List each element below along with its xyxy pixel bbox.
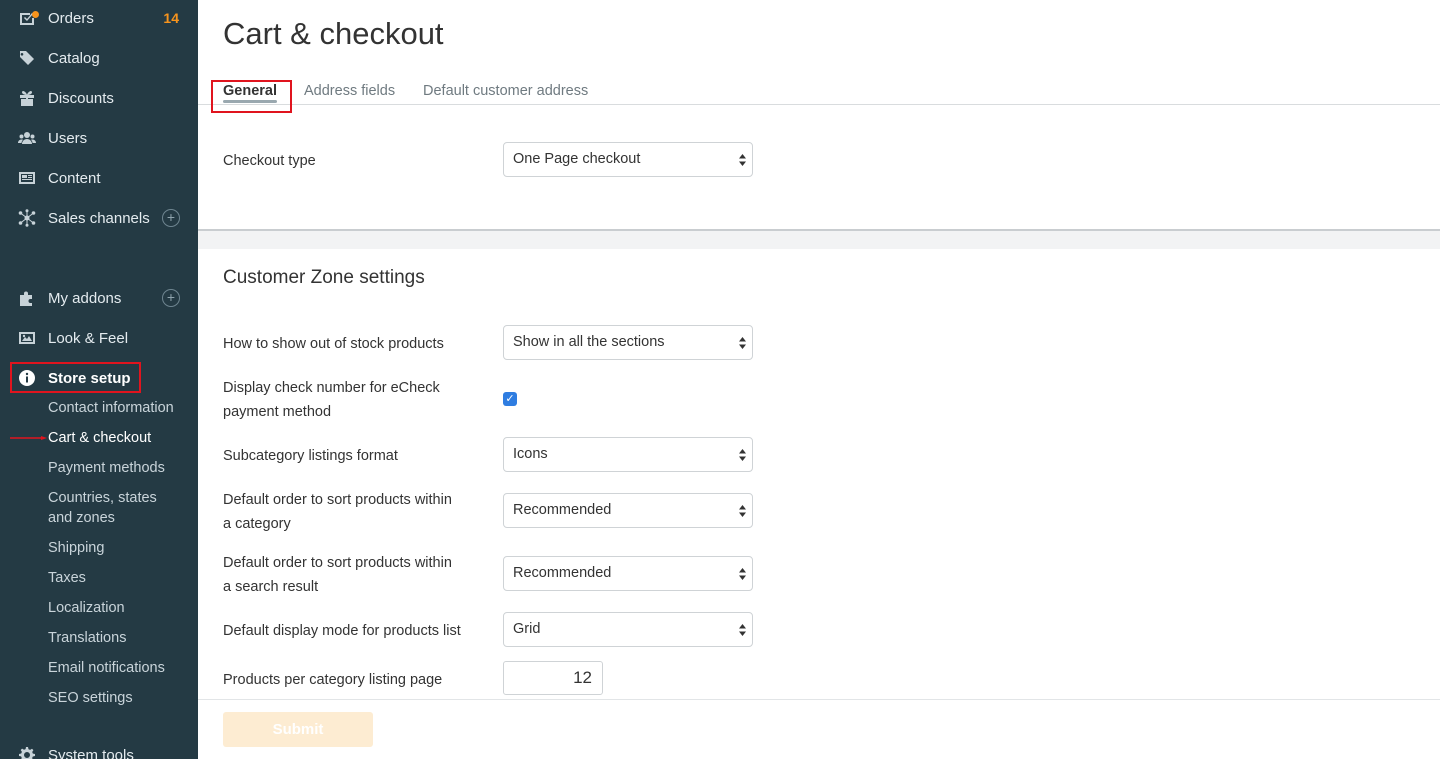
select-arrows-icon <box>739 568 746 580</box>
out-of-stock-value: Show in all the sections <box>513 334 665 350</box>
echeck-label-line-1: Display check number for eCheck <box>223 380 440 396</box>
main-content: Cart & checkout General Address fields D… <box>198 0 1440 759</box>
select-arrows-icon <box>739 505 746 517</box>
content-icon <box>18 169 36 187</box>
sort-category-select[interactable]: Recommended <box>503 493 753 528</box>
sidebar-subitem-translations[interactable]: Translations <box>48 628 126 648</box>
puzzle-icon <box>18 289 36 307</box>
sidebar-subitem-localization[interactable]: Localization <box>48 598 125 618</box>
sidebar-subitem-shipping[interactable]: Shipping <box>48 538 104 558</box>
sidebar-item-label: Sales channels <box>48 209 150 227</box>
store-setup-highlight <box>10 362 141 393</box>
submit-button[interactable]: Submit <box>223 712 373 747</box>
tab-default-customer-address[interactable]: Default customer address <box>423 83 588 99</box>
sidebar-subitem-taxes[interactable]: Taxes <box>48 568 86 588</box>
page-title: Cart & checkout <box>223 16 444 51</box>
sidebar-item-my-addons[interactable]: My addons + <box>0 283 198 313</box>
sort-search-label-line-2: a search result <box>223 579 319 595</box>
subcategory-format-label: Subcategory listings format <box>223 448 398 464</box>
sidebar-item-label: Users <box>48 129 88 147</box>
sidebar-item-label: My addons <box>48 289 122 307</box>
select-arrows-icon <box>739 449 746 461</box>
add-sales-channel-button[interactable]: + <box>162 209 180 227</box>
sort-search-label-line-1: Default order to sort products within <box>223 555 452 571</box>
sort-search-value: Recommended <box>513 565 612 581</box>
checkout-type-value: One Page checkout <box>513 151 641 167</box>
sidebar-subitem-countries-states[interactable]: Countries, states <box>48 488 157 508</box>
sidebar-item-catalog[interactable]: Catalog <box>0 43 198 73</box>
general-tab-highlight <box>211 80 292 113</box>
display-mode-label: Default display mode for products list <box>223 623 461 639</box>
image-icon <box>18 329 36 347</box>
gift-icon <box>18 89 36 107</box>
add-addon-button[interactable]: + <box>162 289 180 307</box>
sort-category-value: Recommended <box>513 502 612 518</box>
sidebar: Orders 14 Catalog Discounts Users Conten… <box>0 0 198 759</box>
sidebar-subitem-payment-methods[interactable]: Payment methods <box>48 458 165 478</box>
users-icon <box>18 129 36 147</box>
sort-search-select[interactable]: Recommended <box>503 556 753 591</box>
sidebar-subitem-and-zones[interactable]: and zones <box>48 508 115 528</box>
sidebar-item-orders[interactable]: Orders 14 <box>0 3 198 33</box>
sidebar-subitem-seo-settings[interactable]: SEO settings <box>48 688 133 708</box>
display-mode-select[interactable]: Grid <box>503 612 753 647</box>
per-page-input[interactable]: 12 <box>503 661 603 695</box>
network-icon <box>18 209 36 227</box>
sidebar-item-sales-channels[interactable]: Sales channels + <box>0 203 198 233</box>
notification-dot <box>32 11 39 18</box>
sidebar-item-label: Orders <box>48 9 94 27</box>
sidebar-item-label: Content <box>48 169 101 187</box>
sidebar-subitem-email-notifications[interactable]: Email notifications <box>48 658 165 678</box>
sidebar-item-system-tools[interactable]: System tools <box>0 740 198 759</box>
display-mode-value: Grid <box>513 621 541 637</box>
checkout-type-label: Checkout type <box>223 153 316 169</box>
subcategory-format-select[interactable]: Icons <box>503 437 753 472</box>
echeck-label-line-2: payment method <box>223 404 332 420</box>
sidebar-item-discounts[interactable]: Discounts <box>0 83 198 113</box>
select-arrows-icon <box>739 337 746 349</box>
out-of-stock-label: How to show out of stock products <box>223 336 444 352</box>
gear-icon <box>18 746 36 759</box>
tab-address-fields[interactable]: Address fields <box>304 83 395 99</box>
section-divider <box>198 229 1440 249</box>
customer-zone-title: Customer Zone settings <box>223 267 425 288</box>
checkout-type-select[interactable]: One Page checkout <box>503 142 753 177</box>
select-arrows-icon <box>739 154 746 166</box>
orders-count-badge: 14 <box>163 10 179 26</box>
select-arrows-icon <box>739 624 746 636</box>
sidebar-item-look-and-feel[interactable]: Look & Feel <box>0 323 198 353</box>
sidebar-subitem-contact-information[interactable]: Contact information <box>48 398 174 418</box>
sidebar-item-label: Discounts <box>48 89 114 107</box>
sidebar-item-label: Look & Feel <box>48 329 129 347</box>
tab-bar: General Address fields Default customer … <box>198 78 1440 105</box>
sidebar-item-label: System tools <box>48 746 134 759</box>
sort-category-label-line-1: Default order to sort products within <box>223 492 452 508</box>
sidebar-item-users[interactable]: Users <box>0 123 198 153</box>
echeck-checkbox[interactable]: ✓ <box>503 392 517 406</box>
arrow-right-icon <box>10 436 47 440</box>
out-of-stock-select[interactable]: Show in all the sections <box>503 325 753 360</box>
sidebar-item-content[interactable]: Content <box>0 163 198 193</box>
sidebar-subitem-cart-checkout[interactable]: Cart & checkout <box>48 428 151 448</box>
sidebar-item-label: Catalog <box>48 49 100 67</box>
subcategory-format-value: Icons <box>513 446 548 462</box>
sort-category-label-line-2: a category <box>223 516 291 532</box>
per-page-label: Products per category listing page <box>223 672 443 688</box>
form-footer: Submit <box>198 699 1440 759</box>
tags-icon <box>18 49 36 67</box>
